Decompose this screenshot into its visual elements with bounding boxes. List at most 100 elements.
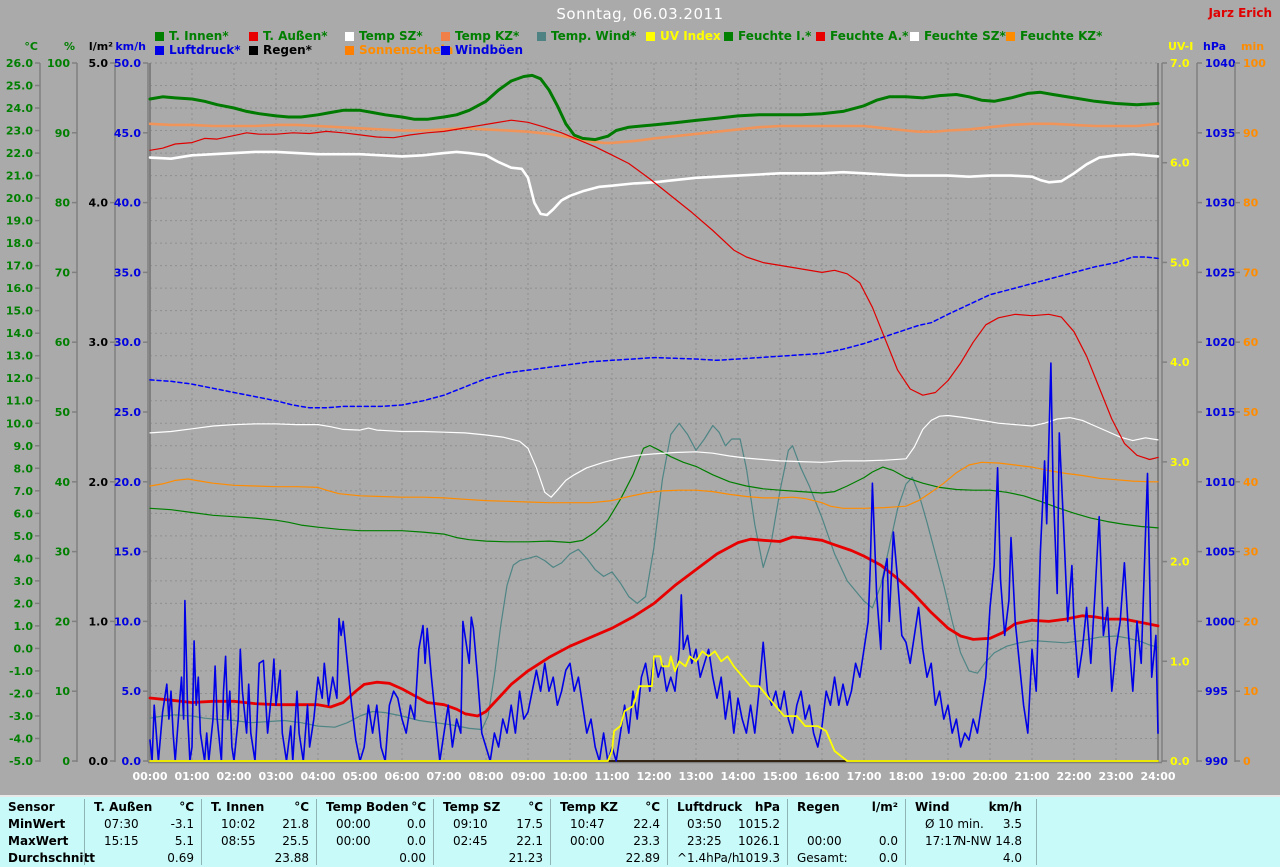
x-axis-label: 09:00 <box>510 770 545 783</box>
tick-label-celsius: 25.0 <box>6 80 33 93</box>
tick-label-percent: 10 <box>55 685 71 698</box>
legend-item-1-1: T. Außen* <box>249 30 328 42</box>
table-col-unit: °C <box>645 800 660 814</box>
legend-item-2-1: Regen* <box>249 44 312 56</box>
tick-label-kmh: 5.0 <box>122 685 142 698</box>
table-min-value: 1015.2 <box>738 817 780 831</box>
x-axis-label: 02:00 <box>216 770 251 783</box>
tick-label-celsius: 12.0 <box>6 372 33 385</box>
tick-label-percent: 50 <box>55 406 71 419</box>
tick-label-percent: 80 <box>55 197 71 210</box>
tick-label-uv: 6.0 <box>1170 157 1190 170</box>
tick-label-celsius: 4.0 <box>14 552 34 565</box>
tick-label-lm2: 5.0 <box>89 57 109 70</box>
tick-label-celsius: -4.0 <box>9 732 33 745</box>
legend-label: T. Außen* <box>263 29 328 43</box>
legend-swatch-icon <box>345 45 354 55</box>
tick-label-min: 70 <box>1243 266 1259 279</box>
table-row-label: MinWert <box>8 817 66 831</box>
legend-label: Feuchte SZ* <box>924 29 1006 43</box>
legend-swatch-icon <box>249 31 258 41</box>
legend-label: Luftdruck* <box>169 43 241 57</box>
table-separator <box>316 799 317 865</box>
tick-label-celsius: -2.0 <box>9 687 33 700</box>
tick-label-kmh: 15.0 <box>114 546 141 559</box>
tick-label-celsius: 23.0 <box>6 125 33 138</box>
tick-label-min: 30 <box>1243 546 1259 559</box>
tick-label-uv: 2.0 <box>1170 556 1190 569</box>
legend-swatch-icon <box>441 31 450 41</box>
tick-label-celsius: 3.0 <box>14 575 34 588</box>
legend-item-1-4: Temp. Wind* <box>537 30 636 42</box>
legend-item-1-8: Feuchte SZ* <box>910 30 1006 42</box>
tick-label-percent: 90 <box>55 127 71 140</box>
tick-label-lm2: 1.0 <box>89 615 109 628</box>
tick-label-lm2: 3.0 <box>89 336 109 349</box>
tick-label-lm2: 4.0 <box>89 197 109 210</box>
tick-label-hpa: 1005 <box>1205 546 1236 559</box>
table-col-unit: km/h <box>988 800 1022 814</box>
table-avg-value: 0.00 <box>399 851 426 865</box>
legend-item-1-0: T. Innen* <box>155 30 229 42</box>
table-min-value: 3.5 <box>1002 817 1022 831</box>
tick-label-hpa: 1020 <box>1205 336 1236 349</box>
tick-label-celsius: 24.0 <box>6 102 33 115</box>
table-avg-value: 22.89 <box>625 851 660 865</box>
table-min-value: -3.1 <box>170 817 194 831</box>
x-axis-label: 15:00 <box>762 770 797 783</box>
summary-table: Sensor MinWert MaxWert Durchschnitt T. Außen… <box>0 795 1280 867</box>
table-avg-value: 0.69 <box>167 851 194 865</box>
axis-unit-hpa: hPa <box>1203 40 1226 53</box>
table-avg-value: 21.23 <box>508 851 543 865</box>
table-col-unit: °C <box>411 800 426 814</box>
tick-label-hpa: 990 <box>1205 755 1228 768</box>
table-row-label: Durchschnitt <box>8 851 96 865</box>
table-separator <box>787 799 788 865</box>
x-axis-label: 20:00 <box>972 770 1007 783</box>
legend-item-2-0: Luftdruck* <box>155 44 241 56</box>
legend-label: Regen* <box>263 43 312 57</box>
tick-label-kmh: 40.0 <box>114 197 141 210</box>
tick-label-min: 90 <box>1243 127 1259 140</box>
legend-swatch-icon <box>155 45 164 55</box>
tick-label-min: 10 <box>1243 685 1259 698</box>
x-axis-label: 17:00 <box>846 770 881 783</box>
x-axis-label: 10:00 <box>552 770 587 783</box>
legend-item-1-6: Feuchte I.* <box>724 30 811 42</box>
tick-label-celsius: 6.0 <box>14 507 34 520</box>
legend-label: Windböen <box>455 43 523 57</box>
table-min-value: 17.5 <box>516 817 543 831</box>
legend-label: Feuchte A.* <box>830 29 909 43</box>
axis-unit-kmh: km/h <box>115 40 146 53</box>
tick-label-hpa: 995 <box>1205 685 1228 698</box>
legend-item-2-3: Windböen <box>441 44 523 56</box>
tick-label-uv: 4.0 <box>1170 356 1190 369</box>
legend-item-1-5: UV Index <box>646 30 721 42</box>
tick-label-celsius: 7.0 <box>14 485 34 498</box>
legend-item-1-3: Temp KZ* <box>441 30 519 42</box>
legend-swatch-icon <box>1006 31 1015 41</box>
table-max-value: N-NW 14.8 <box>957 834 1022 848</box>
x-axis-label: 11:00 <box>594 770 629 783</box>
table-avg-value: 0.0 <box>878 851 898 865</box>
table-max-value: 25.5 <box>282 834 309 848</box>
author-label: Jarz Erich <box>1208 6 1272 20</box>
legend-label: Temp SZ* <box>359 29 423 43</box>
tick-label-hpa: 1040 <box>1205 57 1236 70</box>
x-axis-label: 21:00 <box>1014 770 1049 783</box>
tick-label-celsius: 0.0 <box>14 642 34 655</box>
table-max-value: 0.0 <box>406 834 426 848</box>
table-max-value: 22.1 <box>516 834 543 848</box>
tick-label-celsius: 13.0 <box>6 350 33 363</box>
tick-label-min: 50 <box>1243 406 1259 419</box>
tick-label-kmh: 45.0 <box>114 127 141 140</box>
table-separator <box>667 799 668 865</box>
tick-label-celsius: -1.0 <box>9 665 33 678</box>
table-separator <box>1036 799 1037 865</box>
x-axis-label: 08:00 <box>468 770 503 783</box>
x-axis-label: 01:00 <box>174 770 209 783</box>
x-axis-label: 07:00 <box>426 770 461 783</box>
table-max-value: 1026.1 <box>738 834 780 848</box>
axis-unit-lm2: l/m² <box>89 40 113 53</box>
axis-unit-percent: % <box>64 40 75 53</box>
